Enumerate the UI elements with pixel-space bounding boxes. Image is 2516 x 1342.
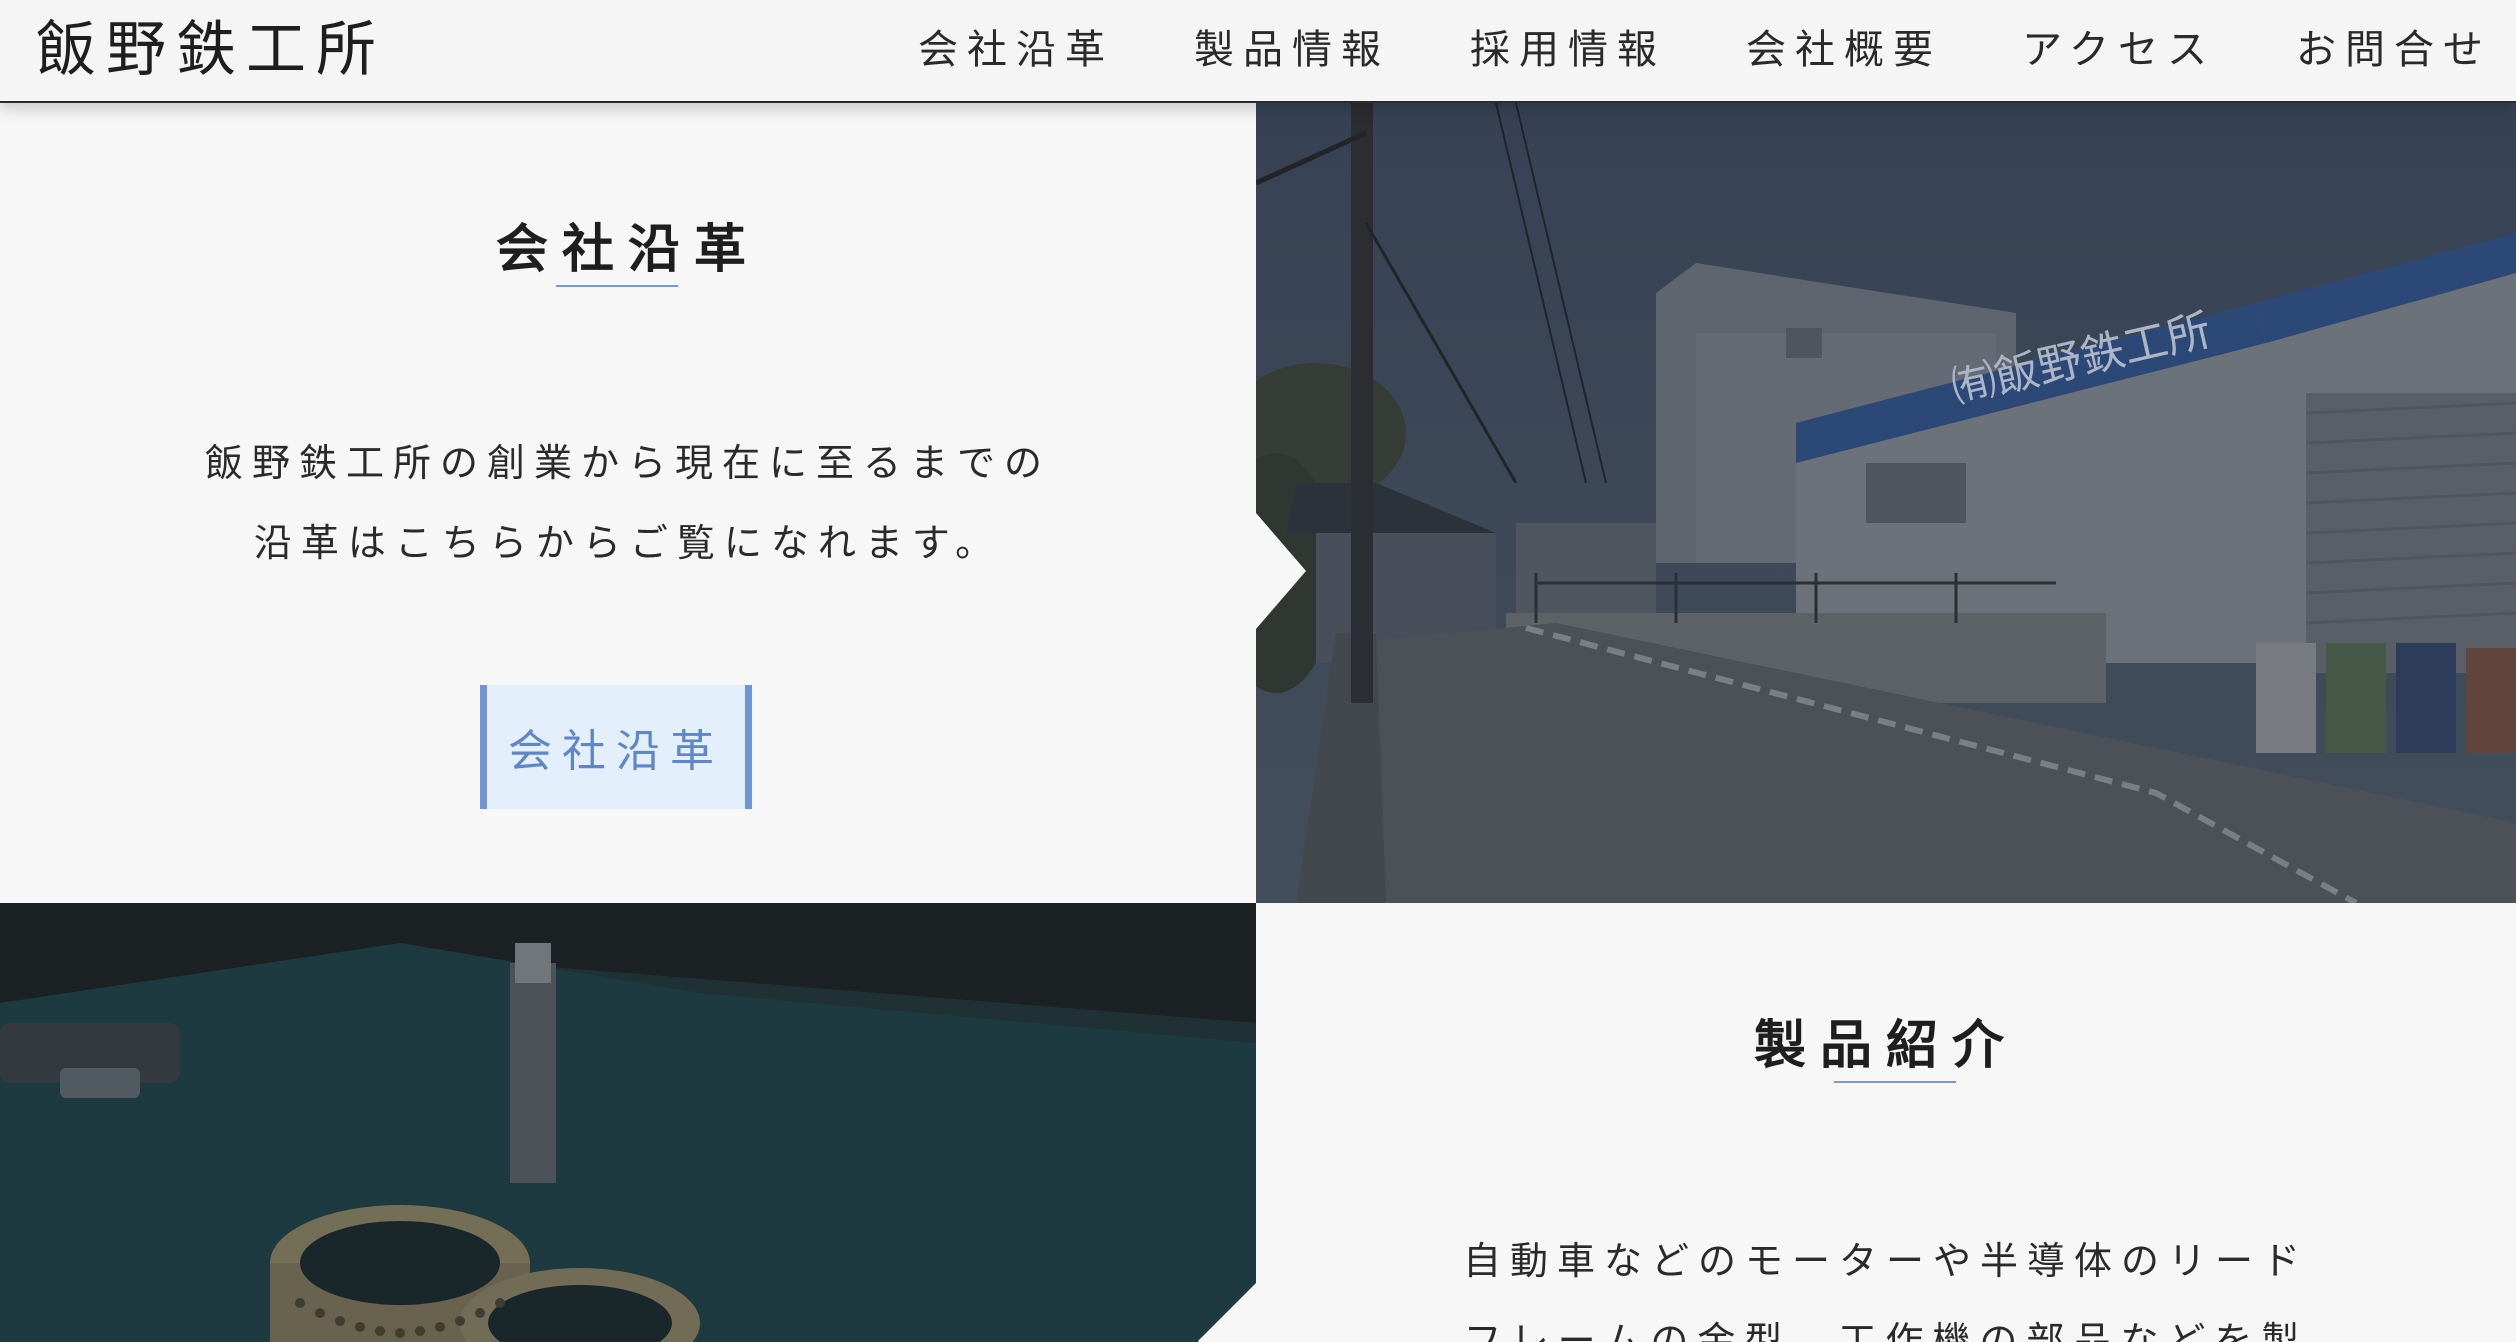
nav-company[interactable]: 会社概要: [1746, 22, 1942, 78]
nav-contact[interactable]: お問合せ: [2296, 22, 2492, 78]
factory-street-image: ㈲飯野鉄工所: [1256, 103, 2516, 903]
products-title-underline: [1834, 1081, 1956, 1083]
history-body-line2: 沿革はこちらからご覧になれます。: [253, 521, 1003, 565]
history-body-line1: 飯野鉄工所の創業から現在に至るまでの: [204, 441, 1051, 485]
history-button[interactable]: 会社沿革: [480, 685, 752, 809]
history-title-underline: [556, 285, 678, 287]
nav-recruit[interactable]: 採用情報: [1470, 22, 1666, 78]
history-panel: 会社沿革 飯野鉄工所の創業から現在に至るまでの 沿革はこちらからご覧になれます。…: [0, 103, 1256, 903]
nav-history[interactable]: 会社沿革: [918, 22, 1114, 78]
bushing-parts-image: [0, 903, 1256, 1342]
history-title: 会社沿革: [495, 219, 760, 280]
main-nav: 会社沿革 製品情報 採用情報 会社概要 アクセス お問合せ: [838, 22, 2492, 78]
nav-access[interactable]: アクセス: [2022, 22, 2216, 78]
history-notch: [1256, 513, 1306, 629]
products-notch: [1198, 1283, 1256, 1342]
products-photo: [0, 903, 1256, 1342]
nav-products[interactable]: 製品情報: [1194, 22, 1390, 78]
products-title: 製品紹介: [1753, 1015, 2018, 1076]
site-logo[interactable]: 飯野鉄工所: [36, 14, 386, 86]
products-panel: 製品紹介 自動車などのモーターや半導体のリード フレームの金型、工作機の部品など…: [1256, 903, 2516, 1342]
products-body-line2: フレームの金型、工作機の部品などを製: [1463, 1319, 2309, 1342]
products-body-line1: 自動車などのモーターや半導体のリード: [1462, 1239, 2309, 1283]
site-header: 飯野鉄工所 会社沿革 製品情報 採用情報 会社概要 アクセス お問合せ: [0, 0, 2516, 103]
factory-photo: ㈲飯野鉄工所: [1256, 103, 2516, 903]
